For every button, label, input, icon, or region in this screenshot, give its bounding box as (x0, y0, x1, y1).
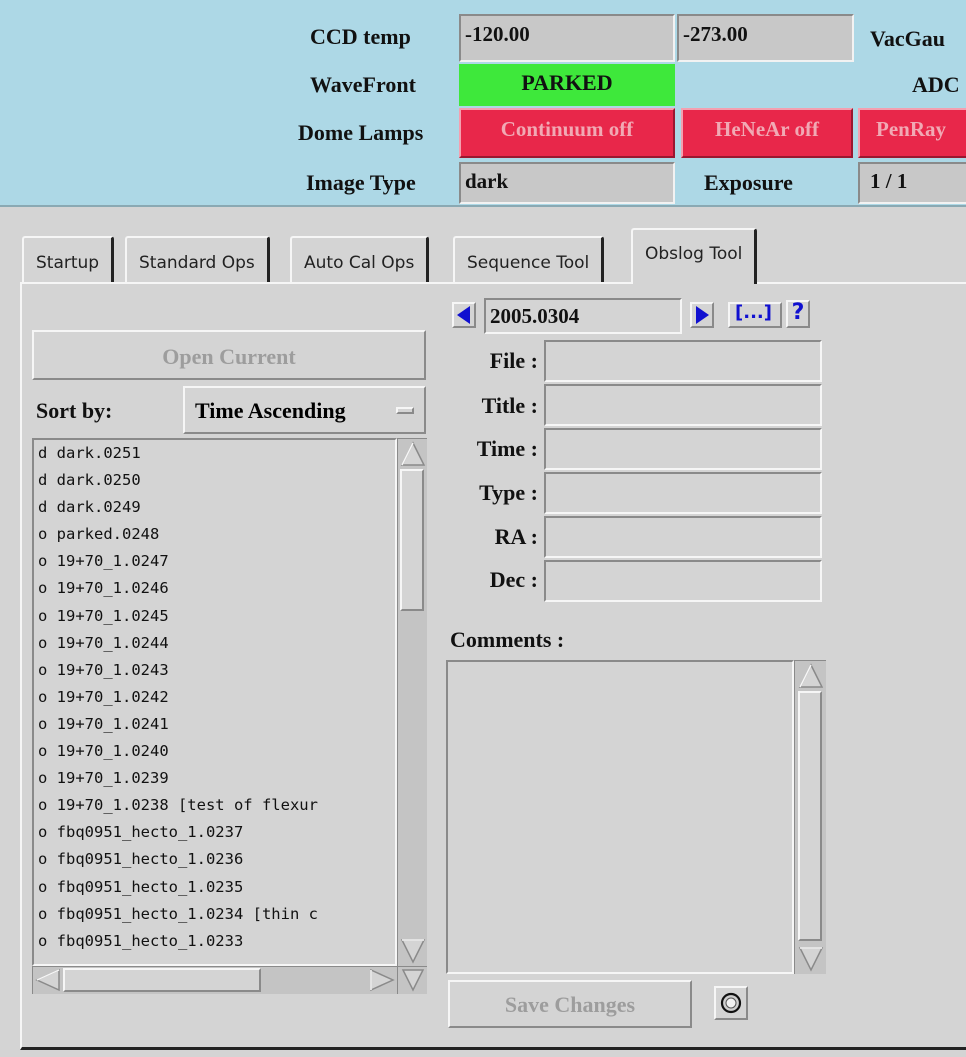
title-field[interactable] (544, 384, 822, 426)
scroll-right-arrow-icon[interactable] (369, 968, 395, 992)
tab-startup[interactable]: Startup (22, 236, 115, 284)
penray-lamp-button[interactable]: PenRay (858, 108, 966, 158)
tab-obslog-tool[interactable]: Obslog Tool (631, 228, 758, 284)
list-item[interactable]: o 19+70_1.0246 (34, 575, 395, 602)
file-list-hscrollbar[interactable] (32, 966, 397, 994)
list-item[interactable]: o 19+70_1.0238 [test of flexur (34, 792, 395, 819)
image-type-field: dark (459, 162, 675, 204)
comments-vscrollbar[interactable] (794, 660, 826, 974)
list-item[interactable]: o 19+70_1.0243 (34, 657, 395, 684)
help-button[interactable]: ? (786, 300, 810, 328)
dec-label: Dec : (489, 567, 538, 592)
wavefront-label: WaveFront (310, 72, 416, 97)
list-item[interactable]: o 19+70_1.0241 (34, 711, 395, 738)
time-field[interactable] (544, 428, 822, 470)
exposure-label: Exposure (704, 170, 793, 195)
scroll-down-arrow-icon[interactable] (400, 938, 426, 964)
sort-order-dropdown[interactable]: Time Ascending (183, 386, 426, 434)
arrow-right-icon (696, 306, 709, 324)
type-label: Type : (479, 480, 538, 505)
comments-scroll-up-arrow-icon[interactable] (798, 663, 824, 689)
ccd-temp-label: CCD temp (310, 24, 411, 49)
list-item[interactable]: o 19+70_1.0244 (34, 630, 395, 657)
tab-standard-ops[interactable]: Standard Ops (125, 236, 270, 284)
sort-by-label: Sort by: (36, 398, 113, 423)
save-changes-button[interactable]: Save Changes (448, 980, 692, 1028)
busy-indicator-icon (720, 992, 742, 1014)
dome-lamps-label: Dome Lamps (298, 120, 424, 145)
list-item[interactable]: o 19+70_1.0240 (34, 738, 395, 765)
image-type-label: Image Type (306, 170, 416, 195)
arrow-left-icon (457, 306, 470, 324)
tab-sequence-tool[interactable]: Sequence Tool (453, 236, 605, 284)
sort-order-value: Time Ascending (195, 398, 346, 423)
type-field[interactable] (544, 472, 822, 514)
ccd-temp-field-2: -273.00 (677, 14, 854, 62)
comments-vscroll-thumb[interactable] (798, 691, 822, 941)
file-field[interactable] (544, 340, 822, 382)
continuum-lamp-button[interactable]: Continuum off (459, 108, 675, 158)
ra-field[interactable] (544, 516, 822, 558)
title-label: Title : (481, 393, 538, 418)
file-list-vscroll-thumb[interactable] (400, 469, 424, 611)
list-item[interactable]: o fbq0951_hecto_1.0234 [thin c (34, 901, 395, 928)
dec-field[interactable] (544, 560, 822, 602)
adc-label: ADC (912, 72, 960, 97)
scroll-left-arrow-icon[interactable] (35, 968, 61, 992)
ccd-temp-field: -120.00 (459, 14, 675, 62)
vacgauge-label: VacGau (870, 26, 945, 51)
next-date-button[interactable] (690, 302, 714, 328)
exposure-field: 1 / 1 (858, 162, 966, 204)
status-panel: CCD temp -120.00 -273.00 VacGau WaveFron… (0, 0, 966, 207)
list-item[interactable]: o 19+70_1.0245 (34, 603, 395, 630)
list-item[interactable]: d dark.0250 (34, 467, 395, 494)
list-item[interactable]: o 19+70_1.0242 (34, 684, 395, 711)
file-list-vscrollbar[interactable] (397, 438, 427, 966)
prev-date-button[interactable] (452, 302, 476, 328)
time-label: Time : (476, 436, 538, 461)
list-item[interactable]: o fbq0951_hecto_1.0233 (34, 928, 395, 955)
list-item[interactable]: d dark.0249 (34, 494, 395, 521)
file-list-items: d dark.0251 d dark.0250 d dark.0249 o parke… (34, 440, 395, 955)
comments-scroll-down-arrow-icon[interactable] (798, 946, 824, 972)
scrollbar-corner (397, 966, 427, 994)
observation-file-list[interactable]: d dark.0251 d dark.0250 d dark.0249 o parke… (32, 438, 397, 966)
comments-textarea[interactable] (446, 660, 794, 974)
list-item[interactable]: o fbq0951_hecto_1.0236 (34, 846, 395, 873)
wavefront-status: PARKED (459, 64, 675, 106)
scroll-down-arrow-icon-corner (401, 969, 425, 992)
list-item[interactable]: o fbq0951_hecto_1.0237 (34, 819, 395, 846)
henear-lamp-button[interactable]: HeNeAr off (681, 108, 853, 158)
list-item[interactable]: o parked.0248 (34, 521, 395, 548)
list-item[interactable]: d dark.0251 (34, 440, 395, 467)
tab-auto-cal-ops[interactable]: Auto Cal Ops (290, 236, 430, 284)
list-item[interactable]: o 19+70_1.0247 (34, 548, 395, 575)
dropdown-indicator-icon (396, 407, 414, 414)
browse-button[interactable]: [...] (728, 302, 782, 328)
list-item[interactable]: o 19+70_1.0239 (34, 765, 395, 792)
comments-label: Comments : (450, 627, 565, 652)
browse-label: [...] (735, 302, 772, 323)
file-label: File : (489, 348, 538, 373)
list-item[interactable]: o fbq0951_hecto_1.0235 (34, 874, 395, 901)
date-field[interactable]: 2005.0304 (484, 298, 682, 334)
scroll-up-arrow-icon[interactable] (400, 441, 426, 467)
open-current-button[interactable]: Open Current (32, 330, 426, 380)
ra-label: RA : (494, 524, 538, 549)
busy-indicator-button[interactable] (714, 986, 748, 1020)
file-list-hscroll-thumb[interactable] (63, 968, 261, 992)
